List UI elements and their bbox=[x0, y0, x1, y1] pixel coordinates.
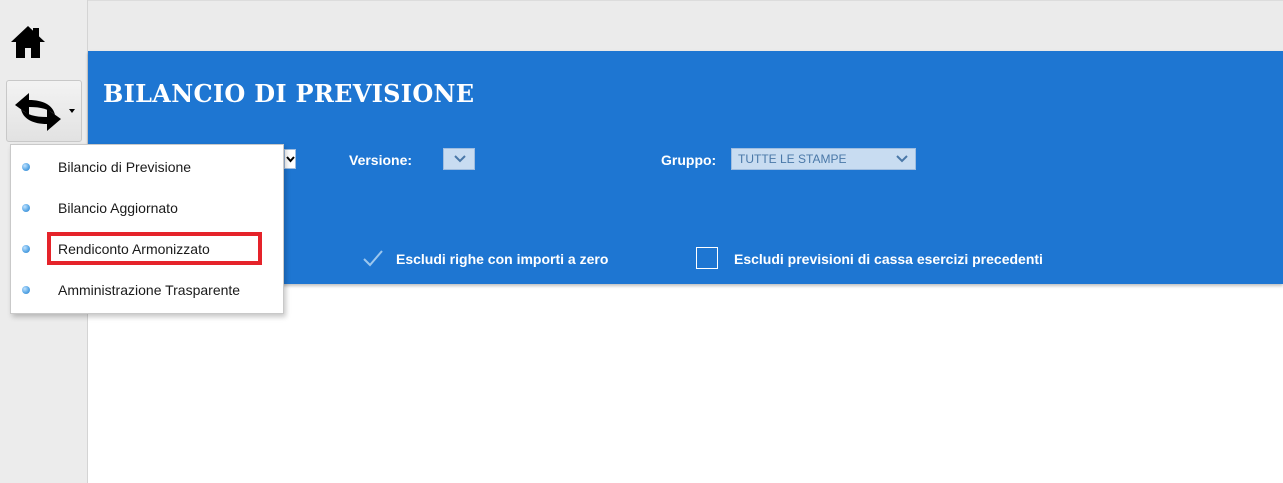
escludi-cassa-label[interactable]: Escludi previsioni di cassa esercizi pre… bbox=[734, 251, 1043, 267]
menu-item-label: Bilancio Aggiornato bbox=[58, 200, 178, 216]
menu-item-amministrazione-trasparente[interactable]: Amministrazione Trasparente bbox=[11, 271, 283, 311]
versione-select[interactable] bbox=[443, 148, 475, 170]
check-icon bbox=[363, 250, 383, 267]
menu-item-label: Rendiconto Armonizzato bbox=[58, 241, 210, 257]
menu-item-label: Amministrazione Trasparente bbox=[58, 282, 241, 298]
bullet-icon bbox=[22, 245, 30, 253]
chevron-down-icon bbox=[454, 155, 466, 163]
menu-item-label: Bilancio di Previsione bbox=[58, 159, 192, 175]
chevron-down-icon bbox=[896, 155, 908, 163]
menu-item-bilancio-aggiornato[interactable]: Bilancio Aggiornato bbox=[11, 189, 283, 229]
partial-select[interactable] bbox=[284, 149, 296, 169]
escludi-zero-checkbox[interactable] bbox=[362, 247, 384, 269]
escludi-zero-label[interactable]: Escludi righe con importi a zero bbox=[396, 251, 608, 267]
gruppo-select[interactable]: TUTTE LE STAMPE bbox=[731, 148, 916, 170]
escludi-cassa-checkbox[interactable] bbox=[696, 247, 718, 269]
bullet-icon bbox=[22, 204, 30, 212]
gruppo-label: Gruppo: bbox=[661, 152, 717, 168]
versione-label: Versione: bbox=[349, 152, 413, 168]
bullet-icon bbox=[22, 286, 30, 294]
menu-item-bilancio-previsione[interactable]: Bilancio di Previsione bbox=[11, 148, 283, 188]
chevron-down-icon bbox=[286, 156, 295, 163]
home-icon bbox=[11, 26, 45, 58]
chevron-down-icon bbox=[69, 109, 75, 113]
home-button[interactable] bbox=[8, 22, 48, 62]
switch-arrows-icon bbox=[15, 93, 61, 131]
top-toolbar bbox=[88, 0, 1283, 51]
bullet-icon bbox=[22, 163, 30, 171]
page-title: BILANCIO DI PREVISIONE bbox=[103, 79, 475, 108]
switch-app-button[interactable] bbox=[6, 80, 82, 142]
switch-app-menu: Bilancio di Previsione Bilancio Aggiorna… bbox=[10, 144, 284, 314]
gruppo-value: TUTTE LE STAMPE bbox=[738, 152, 847, 166]
menu-item-rendiconto-armonizzato[interactable]: Rendiconto Armonizzato bbox=[11, 230, 283, 270]
